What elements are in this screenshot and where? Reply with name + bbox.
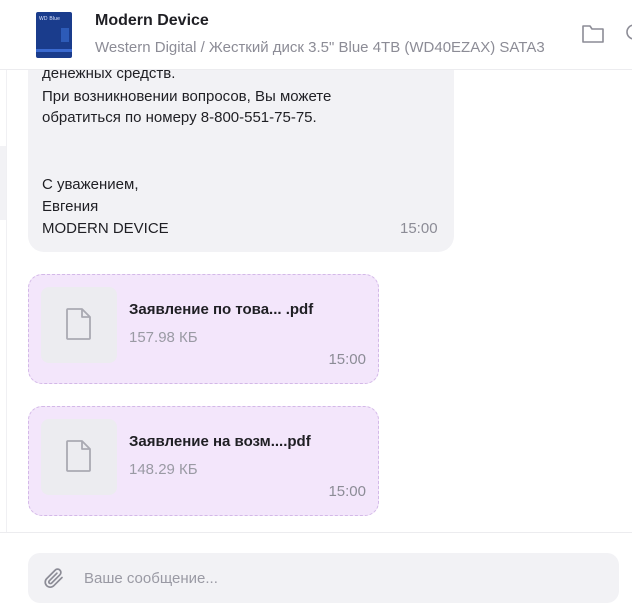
- file-attachment[interactable]: Заявление на возм....pdf 148.29 КБ 15:00: [28, 406, 379, 516]
- file-name: Заявление по това... .pdf: [129, 301, 314, 318]
- file-attachment[interactable]: Заявление по това... .pdf 157.98 КБ 15:0…: [28, 274, 379, 384]
- document-icon: [66, 440, 91, 472]
- chat-header: WD Blue Modern Device Western Digital / …: [0, 0, 632, 70]
- message-line: денежных средств.: [42, 70, 176, 82]
- composer-area: [0, 532, 632, 603]
- message-line: обратиться по номеру 8-800-551-75-75.: [42, 109, 317, 126]
- message-composer: [28, 553, 619, 603]
- file-name: Заявление на возм....pdf: [129, 433, 311, 450]
- message-line: С уважением,: [42, 176, 139, 193]
- product-thumbnail[interactable]: WD Blue: [32, 10, 76, 60]
- search-icon[interactable]: [624, 22, 632, 44]
- product-subtitle[interactable]: Western Digital / Жесткий диск 3.5" Blue…: [95, 39, 545, 56]
- folder-icon[interactable]: [581, 22, 605, 44]
- file-time: 15:00: [328, 351, 366, 368]
- message-line: MODERN DEVICE: [42, 220, 169, 237]
- document-icon-tile: [41, 419, 117, 495]
- message-line: Евгения: [42, 198, 99, 215]
- document-icon: [66, 308, 91, 340]
- message-line: При возникновении вопросов, Вы можете: [42, 88, 332, 105]
- product-brand-text: WD Blue: [39, 16, 61, 22]
- product-box-image: WD Blue: [36, 12, 72, 58]
- document-icon-tile: [41, 287, 117, 363]
- message-list[interactable]: денежных средств. При возникновении вопр…: [0, 70, 632, 532]
- file-size: 157.98 КБ: [129, 329, 198, 346]
- message-time: 15:00: [400, 220, 438, 237]
- file-size: 148.29 КБ: [129, 461, 198, 478]
- file-time: 15:00: [328, 483, 366, 500]
- message-input[interactable]: [84, 553, 604, 603]
- chat-title: Modern Device: [95, 12, 209, 29]
- paperclip-icon[interactable]: [42, 566, 66, 590]
